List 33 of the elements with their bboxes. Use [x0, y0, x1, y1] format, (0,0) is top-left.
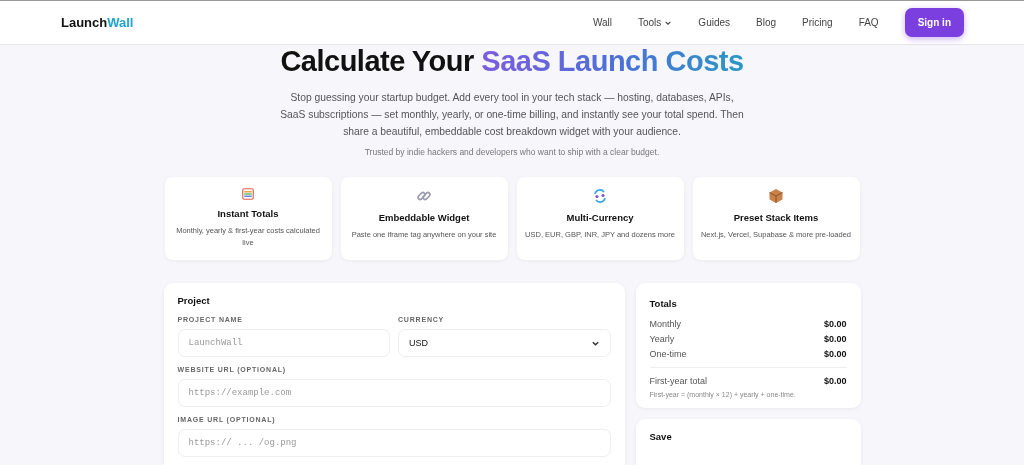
hero-description: Stop guessing your startup budget. Add every tool in your tech stack — hosting, databases, APIs, SaaS subscriptions — set monthly, yearly, or one-time billing, and instantly see your total spend. Then share a beautiful, embeddable cost breakdown widget with your audience. [279, 91, 745, 139]
card-title: Save [649, 431, 673, 442]
nav-link[interactable]: Wall [592, 17, 612, 28]
nav-link[interactable]: Tools [638, 17, 673, 28]
total-value: $0.00 [823, 334, 847, 344]
total-value: $0.00 [823, 319, 847, 329]
project-name-field[interactable]: LaunchWall [177, 329, 390, 357]
total-value: $0.00 [823, 349, 847, 359]
feature-title: Preset Stack Items [733, 212, 819, 223]
total-label: Yearly [649, 334, 675, 344]
trust-note: Trusted by indie hackers and developers who want to ship with a clear budget. [364, 147, 660, 157]
total-label: First-year total [649, 376, 707, 386]
nav-link[interactable]: FAQ [858, 17, 879, 28]
image-url-field[interactable]: https:// ... /og.png [177, 429, 611, 457]
nav-link[interactable]: Guides [698, 17, 731, 28]
total-label: One-time [649, 349, 687, 359]
sign-in-button[interactable]: Sign in [904, 8, 964, 37]
spreadsheet-icon [240, 188, 256, 200]
package-icon [768, 188, 784, 204]
feature-title: Multi-Currency [566, 212, 634, 223]
card-title: Totals [649, 298, 678, 309]
currency-select[interactable]: USD [398, 329, 611, 357]
total-label: Monthly [649, 319, 681, 329]
website-url-field[interactable]: https://example.com [177, 379, 611, 407]
nav-link[interactable]: Blog [756, 17, 777, 28]
nav-link[interactable]: Pricing [802, 17, 833, 28]
total-value: $0.00 [823, 376, 847, 386]
feature-title: Instant Totals [217, 208, 279, 219]
currency-exchange-icon [592, 188, 608, 204]
card-title: Project [177, 295, 211, 306]
hero-title: Calculate Your [280, 45, 474, 77]
logo[interactable]: LaunchWall [61, 15, 134, 30]
feature-title: Embeddable Widget [378, 212, 470, 223]
